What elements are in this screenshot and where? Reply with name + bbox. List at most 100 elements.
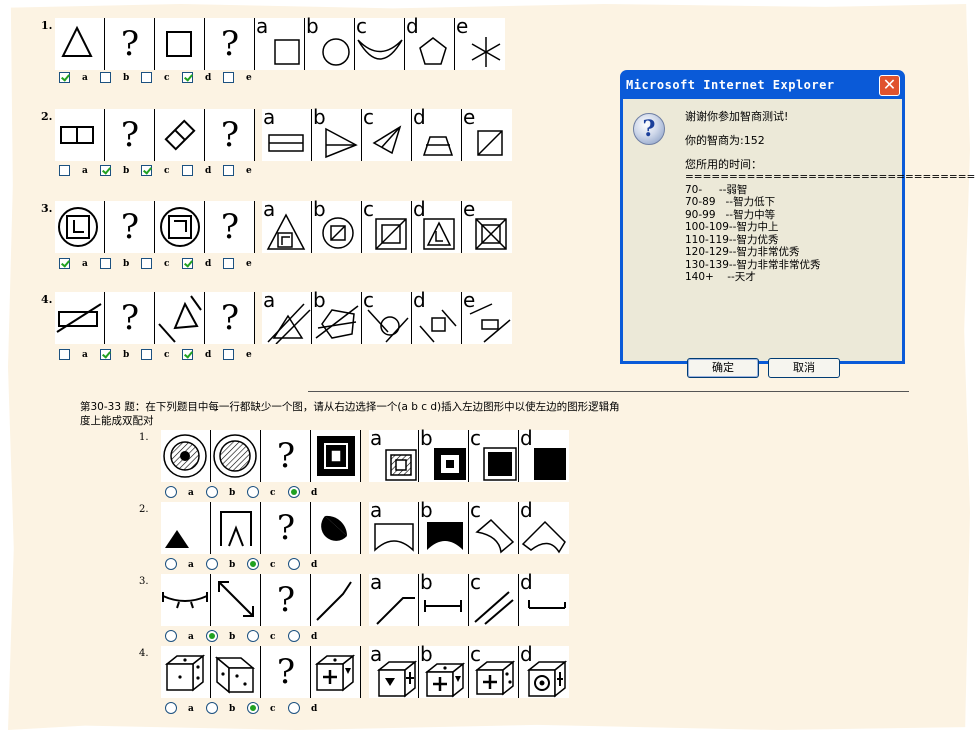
- ok-button[interactable]: 确定: [687, 358, 759, 378]
- radio-b1-a[interactable]: [165, 486, 177, 498]
- checkbox-a1-c[interactable]: [141, 72, 152, 83]
- checkbox-label: d: [205, 259, 212, 269]
- radio-label: a: [188, 560, 194, 570]
- problem-b3-number: 3.: [139, 576, 149, 587]
- dialog-line: 110-119--智力优秀: [685, 233, 779, 246]
- question-mark: ?: [120, 298, 140, 338]
- question-mark: ?: [220, 298, 240, 338]
- a2-question-cell-2: ?: [205, 109, 255, 161]
- dialog-line: 你的智商为:152: [685, 134, 765, 147]
- dialog-line: 100-109--智力中上: [685, 221, 779, 233]
- b2-figure-1: [161, 502, 211, 554]
- a1-question-cell: ?: [105, 18, 155, 70]
- checkbox-a4-c[interactable]: [141, 349, 152, 360]
- checkbox-a1-e[interactable]: [223, 72, 234, 83]
- a1-figure-1: [55, 18, 105, 70]
- cancel-button[interactable]: 取消: [768, 358, 840, 378]
- section-divider: [308, 391, 909, 392]
- radio-b4-d[interactable]: [288, 702, 300, 714]
- a2-option-c: c: [362, 105, 412, 161]
- checkbox-a2-b[interactable]: [100, 165, 111, 176]
- checkbox-a1-a[interactable]: [59, 72, 70, 83]
- checkbox-label: e: [246, 350, 252, 360]
- close-icon[interactable]: ✕: [879, 75, 900, 96]
- checkbox-a4-d[interactable]: [182, 349, 193, 360]
- radio-b2-c[interactable]: [247, 558, 259, 570]
- radio-b1-d[interactable]: [288, 486, 300, 498]
- dialog-line: =====================================: [685, 171, 975, 183]
- checkbox-label: e: [246, 73, 252, 83]
- checkbox-a4-e[interactable]: [223, 349, 234, 360]
- checkbox-label: c: [164, 166, 170, 176]
- radio-b3-d[interactable]: [288, 630, 300, 642]
- radio-label: b: [229, 704, 236, 714]
- problem-a1-number: 1.: [41, 19, 53, 32]
- b4-option-c: c: [469, 642, 519, 698]
- a4-figure-2: [155, 292, 205, 344]
- dialog-line: 140+ --天才: [685, 271, 756, 283]
- checkbox-label: b: [123, 73, 130, 83]
- radio-label: c: [270, 704, 276, 714]
- b3-question-cell: ?: [261, 574, 311, 626]
- checkbox-a4-b[interactable]: [100, 349, 111, 360]
- b2-option-b: b: [419, 498, 469, 554]
- radio-label: d: [311, 632, 318, 642]
- checkbox-a2-c[interactable]: [141, 165, 152, 176]
- a4-option-d: d: [412, 288, 462, 344]
- checkbox-label: a: [82, 259, 88, 269]
- radio-b4-c[interactable]: [247, 702, 259, 714]
- checkbox-label: c: [164, 350, 170, 360]
- b2-option-d: d: [519, 498, 569, 554]
- checkbox-a4-a[interactable]: [59, 349, 70, 360]
- radio-b3-a[interactable]: [165, 630, 177, 642]
- checkbox-label: a: [82, 350, 88, 360]
- checkbox-a2-a[interactable]: [59, 165, 70, 176]
- radio-b1-b[interactable]: [206, 486, 218, 498]
- checkbox-label: d: [205, 73, 212, 83]
- checkbox-label: d: [205, 166, 212, 176]
- a4-option-c: c: [362, 288, 412, 344]
- a4-option-b: b: [312, 288, 362, 344]
- checkbox-a2-d[interactable]: [182, 165, 193, 176]
- b3-option-a: a: [369, 570, 419, 626]
- radio-label: d: [311, 488, 318, 498]
- radio-b3-c[interactable]: [247, 630, 259, 642]
- checkbox-a3-b[interactable]: [100, 258, 111, 269]
- radio-b1-c[interactable]: [247, 486, 259, 498]
- a4-question-cell-2: ?: [205, 292, 255, 344]
- checkbox-a1-b[interactable]: [100, 72, 111, 83]
- b4-option-d: d: [519, 642, 569, 698]
- checkbox-a3-a[interactable]: [59, 258, 70, 269]
- dialog-line: 90-99 --智力中等: [685, 208, 776, 221]
- question-mark: ?: [276, 580, 296, 620]
- radio-b4-a[interactable]: [165, 702, 177, 714]
- dialog-title: Microsoft Internet Explorer: [626, 78, 835, 92]
- radio-b2-d[interactable]: [288, 558, 300, 570]
- question-mark: ?: [120, 207, 140, 247]
- checkbox-label: c: [164, 73, 170, 83]
- checkbox-a3-c[interactable]: [141, 258, 152, 269]
- a2-figure-1: [55, 109, 105, 161]
- checkbox-label: c: [164, 259, 170, 269]
- a2-option-d: d: [412, 105, 462, 161]
- checkbox-a1-d[interactable]: [182, 72, 193, 83]
- checkbox-a3-d[interactable]: [182, 258, 193, 269]
- radio-b2-a[interactable]: [165, 558, 177, 570]
- a4-question-cell: ?: [105, 292, 155, 344]
- question-mark: ?: [120, 24, 140, 64]
- a1-option-c: c: [355, 14, 405, 70]
- dialog-line: 您所用的时间：: [685, 158, 762, 171]
- radio-b2-b[interactable]: [206, 558, 218, 570]
- a3-figure-2: [155, 201, 205, 253]
- b3-figure-1: [161, 574, 211, 626]
- a3-question-cell-2: ?: [205, 201, 255, 253]
- checkbox-a3-e[interactable]: [223, 258, 234, 269]
- problem-b2-number: 2.: [139, 504, 149, 515]
- checkbox-label: e: [246, 166, 252, 176]
- radio-label: c: [270, 488, 276, 498]
- checkbox-a2-e[interactable]: [223, 165, 234, 176]
- question-mark: ?: [276, 508, 296, 548]
- radio-b3-b[interactable]: [206, 630, 218, 642]
- radio-label: a: [188, 704, 194, 714]
- radio-b4-b[interactable]: [206, 702, 218, 714]
